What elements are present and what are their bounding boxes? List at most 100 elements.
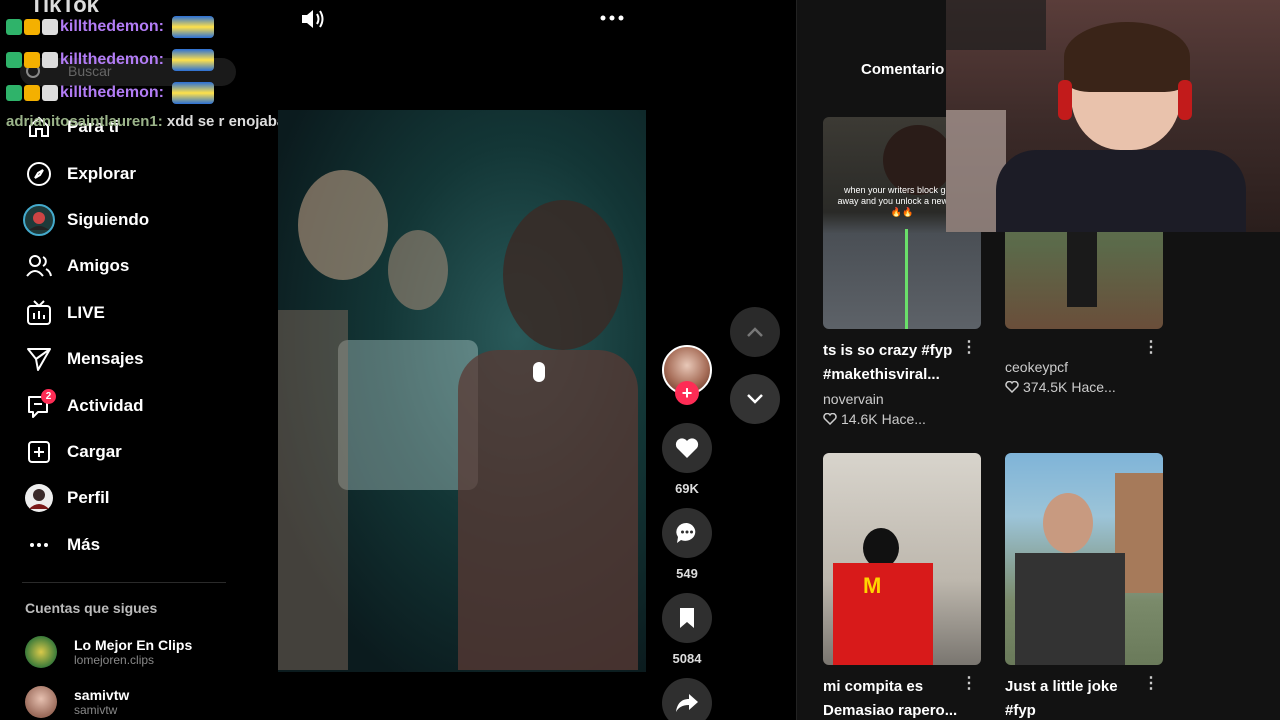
sidebar-item-explorar[interactable]: Explorar [22,150,149,196]
video-figure [503,200,623,350]
send-icon [22,342,56,376]
badge-icon [42,18,58,35]
streamer-shirt [996,150,1246,232]
notification-badge: 2 [41,388,56,404]
video-likes: 374.5K [1023,379,1068,395]
emote-icon [172,48,215,71]
video-figure [388,230,448,310]
video-title: ts is so crazy #fyp #makethisviral... [823,342,953,383]
sidebar-item-amigos[interactable]: Amigos [22,243,149,289]
thumbnail-shirt [1015,553,1125,665]
video-thumbnail [1005,453,1163,665]
video-stats: 14.6K Hace... [823,411,983,427]
video-stats: 374.5K Hace... [1005,379,1165,395]
account-handle: lomejoren.clips [74,653,155,667]
avatar [25,636,57,668]
next-video-button[interactable] [730,374,780,424]
badge-icon [24,84,40,101]
badge-icon [6,51,22,68]
tab-comentarios[interactable]: Comentario [861,61,944,78]
following-account[interactable]: samivtw samivtw [25,686,129,718]
comment-button[interactable] [662,508,712,558]
video-time: Hace... [881,411,926,427]
sidebar-item-siguiendo[interactable]: Siguiendo [22,197,149,243]
sidebar-item-live[interactable]: LIVE [22,290,149,336]
sidebar-item-label: Más [67,534,101,554]
video-title: mi compita es Demasiao rapero... [823,678,958,719]
comment-icon [676,522,696,543]
following-avatar-icon [22,203,56,237]
headset-icon [1178,80,1192,120]
account-handle: samivtw [74,703,118,717]
badge-icon [6,18,22,35]
bookmark-icon [680,608,694,628]
video-player[interactable] [278,110,646,672]
sidebar-item-label: Cargar [67,441,122,461]
emote-icon [172,15,215,38]
save-count: 5084 [672,651,702,666]
upload-icon [22,435,56,469]
like-button[interactable] [662,423,712,473]
chat-username: killthedemon: [60,50,165,68]
avatar [25,686,57,718]
sidebar-item-label: Amigos [67,256,130,276]
sidebar-item-mensajes[interactable]: Mensajes [22,336,149,382]
badge-icon [24,51,40,68]
emote-icon [172,81,215,104]
activity-icon: 2 [22,388,56,423]
comment-count: 549 [676,566,698,581]
sidebar-divider [22,582,226,583]
sidebar-item-actividad[interactable]: 2 Actividad [22,382,149,428]
previous-video-button[interactable] [730,307,780,357]
video-figure [298,170,388,280]
chat-message: killthedemon: [6,10,215,43]
video-time: Hace... [1071,379,1116,395]
live-tv-icon [22,296,56,330]
badge-icon [42,51,58,68]
video-author: ceokeypcf [1005,359,1069,375]
related-video[interactable]: M mi compita es Demasiao rapero... ⋮ [823,453,983,720]
badge-icon [42,84,58,101]
sidebar-item-label: Mensajes [67,349,144,369]
webcam-poster [946,0,1046,50]
follow-plus-icon[interactable]: + [675,381,699,405]
chat-badges [6,84,58,101]
sidebar-item-label: Actividad [67,395,144,415]
sidebar-item-perfil[interactable]: Perfil [22,475,149,521]
thumbnail-playhead [905,229,908,329]
thumbnail-figure [1067,227,1097,307]
video-figure [338,340,478,490]
related-video[interactable]: Just a little joke #fyp ⋮ [1005,453,1165,720]
heart-icon [675,438,699,458]
video-author: novervain [823,391,884,407]
following-account[interactable]: Lo Mejor En Clips lomejoren.clips [25,636,192,668]
following-section-title: Cuentas que sigues [25,600,158,616]
sidebar-item-label: Explorar [67,163,136,183]
chat-badges [6,18,58,35]
hand-cursor-icon [533,362,545,382]
video-menu-icon[interactable]: ⋮ [961,673,977,693]
friends-icon [22,249,56,283]
share-icon [676,694,698,712]
video-title: Just a little joke #fyp [1005,678,1118,719]
account-name: samivtw [74,687,130,703]
volume-icon[interactable] [300,8,326,30]
thumbnail-figure [1043,493,1093,553]
video-menu-icon[interactable]: ⋮ [961,337,977,357]
headset-icon [1058,80,1072,120]
video-menu-icon[interactable]: ⋮ [1143,337,1159,357]
video-figure [458,350,638,670]
more-options-icon[interactable] [598,8,626,28]
share-button[interactable] [662,678,712,720]
heart-outline-icon [1005,381,1019,393]
chat-badges [6,51,58,68]
badge-icon [6,84,22,101]
compass-icon [22,157,56,191]
save-button[interactable] [662,593,712,643]
account-name: Lo Mejor En Clips [74,637,193,653]
video-menu-icon[interactable]: ⋮ [1143,673,1159,693]
sidebar-item-label: Siguiendo [67,209,150,229]
sidebar-item-mas[interactable]: Más [22,522,149,568]
chat-text: xdd se r enojaba [162,113,286,130]
sidebar-item-cargar[interactable]: Cargar [22,429,149,475]
